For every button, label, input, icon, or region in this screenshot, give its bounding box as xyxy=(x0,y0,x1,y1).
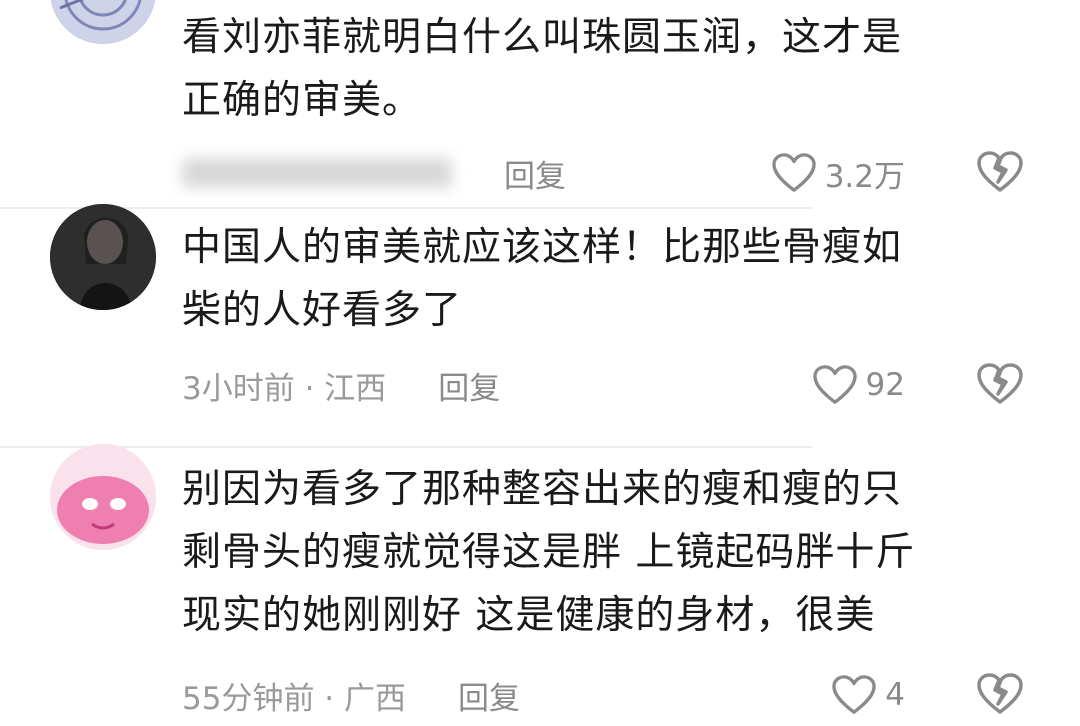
comment-text: 看刘亦菲就明白什么叫珠圆玉润，这才是 正确的审美。 xyxy=(182,6,1042,132)
reply-button[interactable]: 回复 xyxy=(438,363,500,408)
dislike-icon[interactable] xyxy=(976,150,1024,194)
avatar[interactable] xyxy=(50,0,156,44)
like-button[interactable]: 4 xyxy=(831,670,905,720)
comment-text: 中国人的审美就应该这样！比那些骨瘦如 柴的人好看多了 xyxy=(182,216,1042,342)
avatar[interactable] xyxy=(50,444,156,550)
comment-meta: 55分钟前 · 广西 回复 xyxy=(182,670,520,720)
avatar[interactable] xyxy=(50,204,156,310)
heart-icon xyxy=(771,153,816,192)
heart-icon xyxy=(812,365,857,404)
reply-button[interactable]: 回复 xyxy=(504,151,566,196)
comment-time-location: 3小时前 · 江西 xyxy=(182,370,387,407)
comment-time-location xyxy=(182,158,452,188)
comment-text: 别因为看多了那种整容出来的瘦和瘦的只 剩骨头的瘦就觉得这是胖 上镜起码胖十斤 现… xyxy=(182,458,1042,647)
comment-item-2: 中国人的审美就应该这样！比那些骨瘦如 柴的人好看多了 3小时前 · 江西 回复 … xyxy=(0,204,1080,440)
dislike-icon[interactable] xyxy=(976,672,1024,716)
like-count: 4 xyxy=(885,677,905,713)
comment-line: 别因为看多了那种整容出来的瘦和瘦的只 xyxy=(182,467,903,512)
comment-line: 柴的人好看多了 xyxy=(182,288,463,333)
comment-line: 现实的她刚刚好 这是健康的身材，很美 xyxy=(182,593,876,638)
comment-meta: 回复 xyxy=(182,148,566,198)
dislike-icon[interactable] xyxy=(976,362,1024,406)
like-count: 92 xyxy=(865,367,905,403)
comment-line: 剩骨头的瘦就觉得这是胖 上镜起码胖十斤 xyxy=(182,530,916,575)
comment-time-location: 55分钟前 · 广西 xyxy=(182,680,407,717)
comment-item-1: 看刘亦菲就明白什么叫珠圆玉润，这才是 正确的审美。 回复 3.2万 xyxy=(0,0,1080,200)
heart-icon xyxy=(832,675,876,714)
like-button[interactable]: 92 xyxy=(812,360,905,410)
comment-meta: 3小时前 · 江西 回复 xyxy=(182,360,500,410)
comment-line: 看刘亦菲就明白什么叫珠圆玉润，这才是 xyxy=(182,15,903,60)
like-button[interactable]: 3.2万 xyxy=(771,148,905,198)
comment-item-3: 别因为看多了那种整容出来的瘦和瘦的只 剩骨头的瘦就觉得这是胖 上镜起码胖十斤 现… xyxy=(0,444,1080,726)
comment-line: 正确的审美。 xyxy=(182,78,423,123)
comment-line: 中国人的审美就应该这样！比那些骨瘦如 xyxy=(182,225,903,270)
reply-button[interactable]: 回复 xyxy=(458,673,520,718)
like-count: 3.2万 xyxy=(824,158,905,195)
